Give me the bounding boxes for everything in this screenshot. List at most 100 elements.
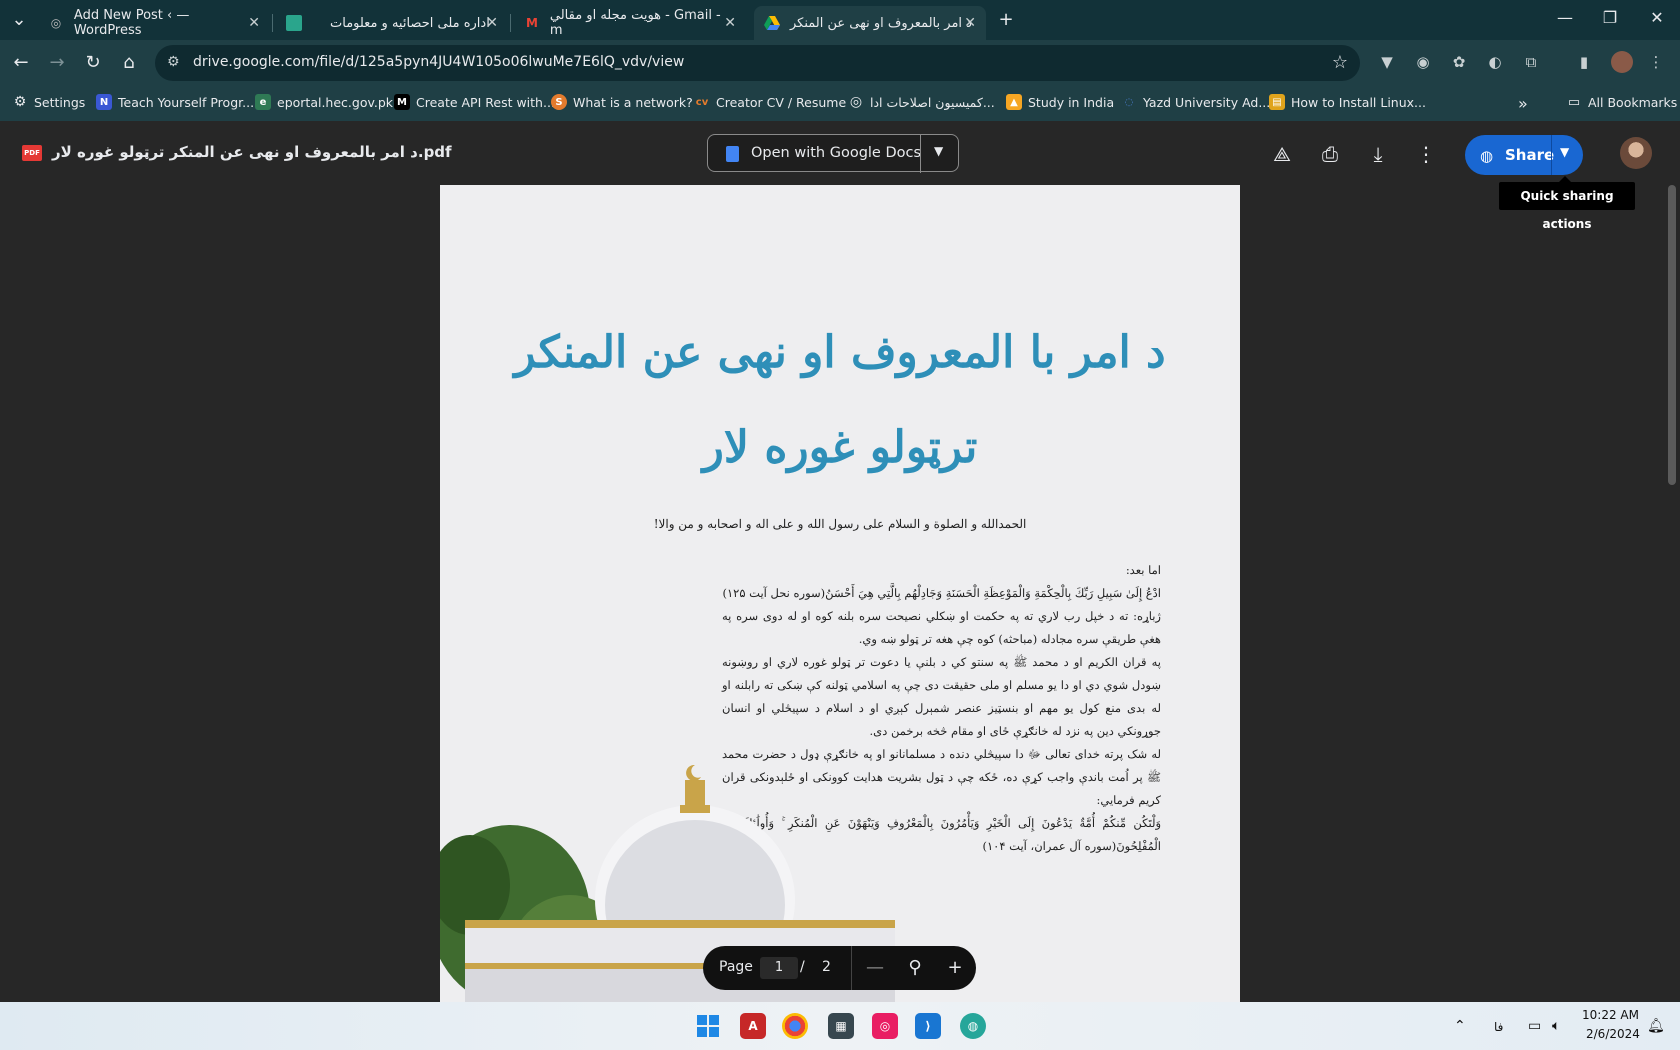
address-bar[interactable]: ⚙ drive.google.com/file/d/125a5pyn4JU4W1…: [155, 45, 1360, 81]
tab-statistics[interactable]: اداره ملی احصائیه و معلومات ✕: [276, 6, 508, 40]
notification-bell-icon[interactable]: 🔔︎: [1647, 1018, 1665, 1034]
close-icon[interactable]: ✕: [248, 15, 260, 31]
bookmark-linux[interactable]: ▤ How to Install Linux...: [1269, 94, 1426, 110]
bookmark-medium[interactable]: M Create API Rest with...: [394, 94, 555, 110]
url-text: drive.google.com/file/d/125a5pyn4JU4W105…: [193, 54, 685, 70]
more-bookmarks-icon[interactable]: »: [1518, 94, 1528, 113]
open-with-google-docs-button[interactable]: Open with Google Docs ▼: [707, 134, 959, 173]
tab-divider: [272, 14, 273, 32]
network-app-icon[interactable]: ◍: [960, 1013, 986, 1039]
page-number-input[interactable]: 1: [760, 957, 798, 979]
grammarly-icon[interactable]: ◉: [1412, 51, 1434, 73]
tab-label: Add New Post ‹ — WordPress: [73, 8, 190, 38]
page-total: 2: [822, 959, 831, 975]
network-icon[interactable]: ▭: [1528, 1018, 1541, 1034]
bookmark-favicon: N: [96, 94, 112, 110]
dropdown-arrow-icon[interactable]: ▼: [934, 144, 943, 158]
cv-icon: cv: [695, 96, 709, 108]
extension-icon-2[interactable]: ◐: [1484, 51, 1506, 73]
app-icon[interactable]: ◎: [872, 1013, 898, 1039]
home-icon[interactable]: ⌂: [116, 50, 142, 76]
clock-date[interactable]: 2/6/2024: [1586, 1027, 1640, 1041]
zoom-out-icon[interactable]: —: [863, 956, 887, 980]
media-player-icon[interactable]: ▦: [828, 1013, 854, 1039]
gear-icon: ⚙: [13, 94, 27, 110]
quick-sharing-dropdown-icon[interactable]: ▼: [1560, 145, 1569, 159]
document-intro: الحمدالله و الصلوة و السلام علی رسول الل…: [653, 517, 1027, 531]
print-icon[interactable]: ⎙: [1316, 140, 1344, 168]
clock-time[interactable]: 10:22 AM: [1582, 1008, 1639, 1022]
close-icon[interactable]: ✕: [486, 15, 498, 31]
bookmark-star-icon[interactable]: ☆: [1332, 52, 1348, 73]
all-bookmarks-folder[interactable]: ▭ All Bookmarks: [1566, 94, 1677, 110]
vpn-extension-icon[interactable]: ▼: [1376, 51, 1398, 73]
new-tab-icon[interactable]: +: [993, 7, 1019, 33]
site-info-icon[interactable]: ⚙: [167, 54, 180, 70]
bookmark-study-india[interactable]: ▲ Study in India: [1006, 94, 1114, 110]
more-actions-icon[interactable]: ⋮: [1412, 140, 1440, 168]
bookmark-hec[interactable]: e eportal.hec.gov.pk: [255, 94, 393, 110]
share-button[interactable]: ◍ Share ▼: [1465, 135, 1583, 175]
bookmark-settings[interactable]: ⚙ Settings: [12, 94, 86, 110]
file-name: د امر بالمعروف او نهی عن المنکر ترټولو غ…: [52, 143, 452, 161]
window-close-icon[interactable]: ✕: [1637, 8, 1677, 27]
pdf-page: د امر با المعروف او نهی عن المنکر ترټولو…: [440, 185, 1240, 1002]
volume-icon[interactable]: 🔈︎: [1552, 1018, 1560, 1034]
add-shortcut-to-drive-icon[interactable]: ⟁: [1268, 140, 1296, 168]
language-indicator[interactable]: فا: [1494, 1020, 1503, 1034]
globe-icon: ◎: [849, 94, 863, 110]
globe-icon: ◍: [1480, 147, 1494, 165]
bookmark-favicon: ▤: [1269, 94, 1285, 110]
medium-icon: M: [394, 94, 410, 110]
tab-gmail[interactable]: M هويت مجله او مقالي - Gmail - m ✕: [514, 6, 746, 40]
close-icon[interactable]: ✕: [964, 15, 976, 31]
share-label: Share: [1505, 146, 1555, 164]
account-avatar[interactable]: [1620, 137, 1652, 169]
page-separator: /: [800, 959, 805, 975]
vscode-icon[interactable]: ⟩: [915, 1013, 941, 1039]
minimize-icon[interactable]: —: [1545, 8, 1585, 27]
profile-avatar-icon[interactable]: [1611, 51, 1633, 73]
pdf-file-icon: PDF: [22, 145, 42, 161]
title-line-2: ترټولو غوره لار: [702, 422, 978, 473]
chrome-icon[interactable]: [782, 1013, 808, 1039]
page-navigator: Page 1 / 2 — ⚲ +: [703, 946, 976, 990]
reload-icon[interactable]: ↻: [80, 50, 106, 76]
bookmark-teach-yourself[interactable]: N Teach Yourself Progr...: [96, 94, 254, 110]
google-drive-icon: [764, 15, 780, 31]
restore-icon[interactable]: ❐: [1590, 8, 1630, 27]
bookmark-favicon: S: [551, 94, 567, 110]
extensions-puzzle-icon[interactable]: ⧉: [1520, 51, 1542, 73]
forward-icon[interactable]: →: [44, 50, 70, 76]
zoom-icon[interactable]: ⚲: [903, 956, 927, 980]
open-with-label: Open with Google Docs: [751, 145, 922, 161]
extension-icon[interactable]: ✿: [1448, 51, 1470, 73]
bookmark-favicon: ◌: [1121, 94, 1137, 110]
close-icon[interactable]: ✕: [724, 15, 736, 31]
tab-drive-active[interactable]: د امر بالمعروف او نهی عن المنکر ✕: [754, 6, 986, 40]
tab-search-icon[interactable]: ⌄: [6, 7, 32, 33]
folder-icon: ▭: [1567, 94, 1581, 110]
body-paragraph: ادْعُ إِلَىٰ سَبِيلِ رَبِّكَ بِالْحِكْمَ…: [722, 586, 1161, 600]
body-paragraph: ژباړه: ته د خپل رب لاري ته په حکمت او ښک…: [722, 609, 1161, 646]
body-paragraph: اما بعد:: [1125, 563, 1161, 577]
tab-wordpress[interactable]: ◎ Add New Post ‹ — WordPress ✕: [38, 6, 270, 40]
tab-divider: [510, 14, 511, 32]
show-hidden-icons[interactable]: ⌃: [1454, 1018, 1466, 1034]
hec-icon: e: [255, 94, 271, 110]
back-icon[interactable]: ←: [8, 50, 34, 76]
side-panel-icon[interactable]: ▮: [1573, 51, 1595, 73]
body-paragraph: په قران الکریم او د محمد ﷺ په سنتو کي د …: [722, 655, 1161, 738]
bookmark-commission[interactable]: ◎ کمیسیون اصلاحات ادا...: [848, 94, 995, 110]
bookmark-network[interactable]: S What is a network?: [551, 94, 693, 110]
bookmark-yazd[interactable]: ◌ Yazd University Ad...: [1121, 94, 1270, 110]
zoom-in-icon[interactable]: +: [943, 956, 967, 980]
page-label: Page: [719, 959, 753, 975]
quick-sharing-tooltip: Quick sharing actions: [1499, 176, 1635, 231]
viewer-scrollbar[interactable]: [1668, 185, 1676, 485]
browser-menu-icon[interactable]: ⋮: [1645, 51, 1667, 73]
windows-start-icon[interactable]: [695, 1013, 721, 1039]
bookmark-cv[interactable]: cv Creator CV / Resume: [694, 94, 846, 110]
acrobat-icon[interactable]: A: [740, 1013, 766, 1039]
download-icon[interactable]: ⤓: [1364, 140, 1392, 168]
